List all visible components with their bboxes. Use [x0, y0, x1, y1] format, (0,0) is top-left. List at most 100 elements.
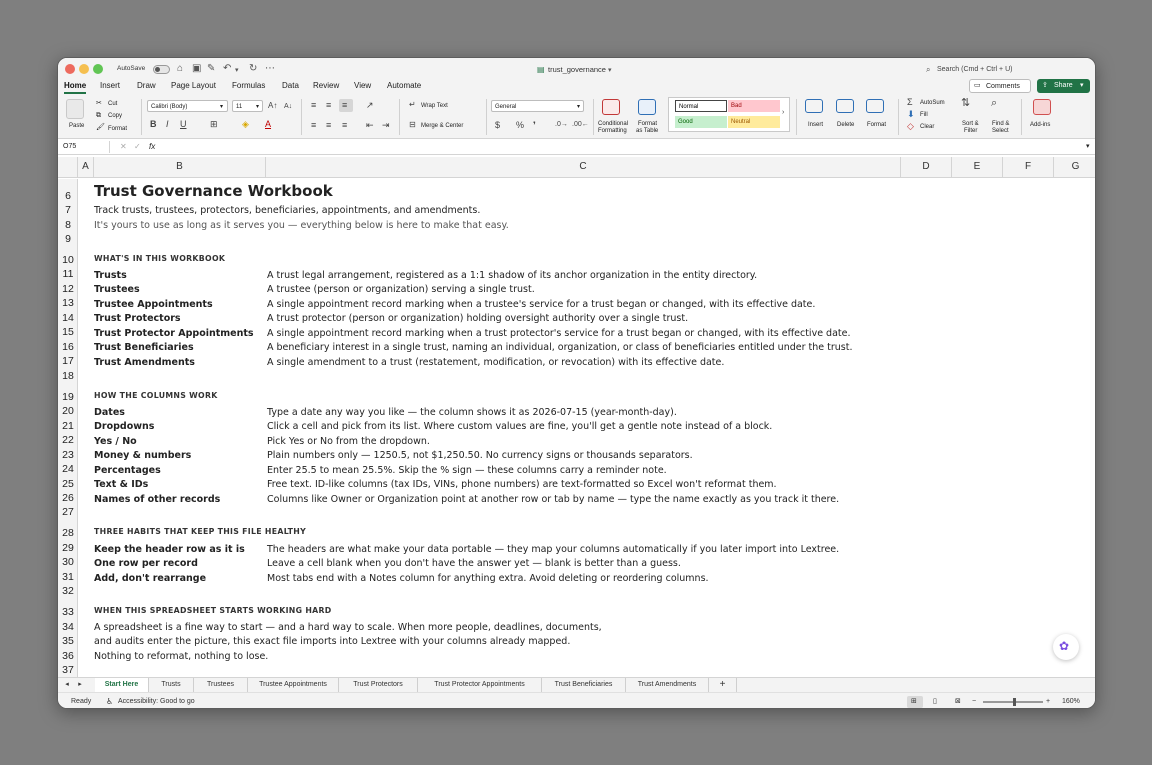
zoom-window-button[interactable]	[93, 64, 103, 74]
add-ins-icon[interactable]	[1033, 99, 1051, 115]
tab-formulas[interactable]: Formulas	[232, 80, 265, 92]
decrease-decimal-icon[interactable]: .00←	[572, 120, 589, 130]
formatting-label[interactable]: Formatting	[598, 127, 627, 135]
row-number[interactable]: 15	[58, 326, 78, 338]
title-chevron-icon[interactable]: ▾	[608, 65, 612, 77]
fx-icon[interactable]: fx	[149, 143, 155, 151]
delete-cells-label[interactable]: Delete	[837, 121, 854, 129]
home-icon[interactable]: ⌂	[177, 63, 183, 75]
style-good[interactable]: Good	[675, 116, 727, 128]
orientation-icon[interactable]: ↗	[366, 100, 374, 110]
select-label[interactable]: Select	[992, 127, 1009, 135]
gallery-more-icon[interactable]: ›	[782, 108, 784, 118]
column-header-a[interactable]: A	[78, 157, 94, 177]
fill-label[interactable]: Fill	[920, 111, 928, 119]
row-number[interactable]: 29	[58, 542, 78, 554]
clear-icon[interactable]: ◇	[907, 121, 914, 131]
row-number[interactable]: 31	[58, 571, 78, 583]
prev-sheet-icon[interactable]: ◂	[62, 678, 72, 692]
accessibility-status[interactable]: Accessibility: Good to go	[118, 693, 195, 708]
insert-cells-label[interactable]: Insert	[808, 121, 823, 129]
tab-data[interactable]: Data	[282, 80, 299, 92]
row-number[interactable]: 7	[58, 204, 78, 216]
add-sheet-icon[interactable]: +	[709, 678, 737, 692]
row-number[interactable]: 32	[58, 585, 78, 597]
column-header-e[interactable]: E	[952, 157, 1003, 177]
row-number[interactable]: 24	[58, 463, 78, 475]
row-number[interactable]: 30	[58, 556, 78, 568]
row-number[interactable]: 13	[58, 297, 78, 309]
increase-decimal-icon[interactable]: .0→	[555, 120, 568, 130]
format-painter-icon[interactable]: 🖌	[96, 124, 105, 132]
fill-color-icon[interactable]: ◈	[242, 119, 249, 129]
search-input[interactable]: Search (Cmd + Ctrl + U)	[937, 66, 1012, 73]
sheet-tab-trustee-appointments[interactable]: Trustee Appointments	[248, 678, 339, 692]
fill-icon[interactable]: ⬇	[907, 109, 915, 119]
row-number[interactable]: 26	[58, 492, 78, 504]
tab-view[interactable]: View	[354, 80, 371, 92]
cut-icon[interactable]: ✂	[96, 100, 102, 108]
column-header-c[interactable]: C	[266, 157, 901, 177]
paste-label[interactable]: Paste	[69, 122, 84, 130]
align-bottom-icon[interactable]: ≡	[342, 100, 347, 110]
copilot-button[interactable]: ✿	[1053, 634, 1079, 660]
comments-button[interactable]: ▭ Comments	[969, 79, 1031, 93]
sheet-tab-trust-protector-appointments[interactable]: Trust Protector Appointments	[418, 678, 542, 692]
zoom-level[interactable]: 160%	[1062, 693, 1080, 708]
increase-indent-icon[interactable]: ⇥	[382, 120, 390, 130]
row-number[interactable]: 34	[58, 621, 78, 633]
normal-view-button[interactable]: ⊞	[907, 696, 923, 708]
align-middle-icon[interactable]: ≡	[326, 100, 331, 110]
paste-icon[interactable]	[66, 99, 84, 119]
row-number[interactable]: 23	[58, 449, 78, 461]
style-normal[interactable]: Normal	[675, 100, 727, 112]
merge-icon[interactable]: ⊟	[409, 120, 416, 130]
font-name-select[interactable]: Calibri (Body) ▾	[147, 100, 228, 112]
tab-draw[interactable]: Draw	[137, 80, 156, 92]
row-number[interactable]: 9	[58, 233, 78, 245]
italic-icon[interactable]: I	[166, 119, 169, 129]
minimize-window-button[interactable]	[79, 64, 89, 74]
autosave-toggle[interactable]	[153, 65, 170, 74]
enter-icon[interactable]: ✓	[134, 143, 141, 151]
redo-icon[interactable]: ↻	[249, 63, 257, 75]
row-number[interactable]: 21	[58, 420, 78, 432]
row-number[interactable]: 12	[58, 283, 78, 295]
conditional-formatting-icon[interactable]	[602, 99, 620, 115]
undo-icon[interactable]: ↶	[223, 63, 231, 75]
row-number[interactable]: 20	[58, 405, 78, 417]
number-format-select[interactable]: General ▾	[491, 100, 584, 112]
wrap-text-button[interactable]: Wrap Text	[421, 102, 448, 110]
tab-review[interactable]: Review	[313, 80, 339, 92]
undo-dropdown-icon[interactable]: ▾	[235, 65, 239, 77]
align-left-icon[interactable]: ≡	[311, 120, 316, 130]
borders-icon[interactable]: ⊞	[210, 119, 218, 129]
row-number[interactable]: 22	[58, 434, 78, 446]
page-layout-view-icon[interactable]: ▯	[933, 693, 937, 708]
bold-icon[interactable]: B	[150, 119, 157, 129]
row-number[interactable]: 25	[58, 478, 78, 490]
row-number[interactable]: 17	[58, 355, 78, 367]
sheet-tab-trust-amendments[interactable]: Trust Amendments	[626, 678, 709, 692]
autosum-icon[interactable]: Σ	[907, 97, 913, 107]
column-header-d[interactable]: D	[901, 157, 952, 177]
increase-font-icon[interactable]: A↑	[268, 101, 277, 111]
row-number[interactable]: 36	[58, 650, 78, 662]
tab-page-layout[interactable]: Page Layout	[171, 80, 216, 92]
style-neutral[interactable]: Neutral	[728, 116, 780, 128]
comma-icon[interactable]: ❜	[533, 120, 536, 130]
sheet-tab-start-here[interactable]: Start Here	[95, 678, 149, 692]
zoom-out-icon[interactable]: −	[972, 693, 976, 708]
find-select-icon[interactable]: ⌕	[991, 98, 997, 109]
currency-icon[interactable]: $	[495, 120, 500, 130]
zoom-slider-thumb[interactable]	[1013, 698, 1016, 706]
tab-insert[interactable]: Insert	[100, 80, 120, 92]
sheet-tab-trust-protectors[interactable]: Trust Protectors	[339, 678, 418, 692]
copy-icon[interactable]: ⧉	[96, 112, 101, 120]
format-painter-label[interactable]: Format	[108, 125, 127, 133]
row-number[interactable]: 28	[58, 527, 78, 539]
row-number[interactable]: 6	[58, 190, 78, 202]
row-number[interactable]: 37	[58, 664, 78, 676]
delete-cells-icon[interactable]	[836, 99, 854, 113]
sheet-tab-trusts[interactable]: Trusts	[149, 678, 194, 692]
